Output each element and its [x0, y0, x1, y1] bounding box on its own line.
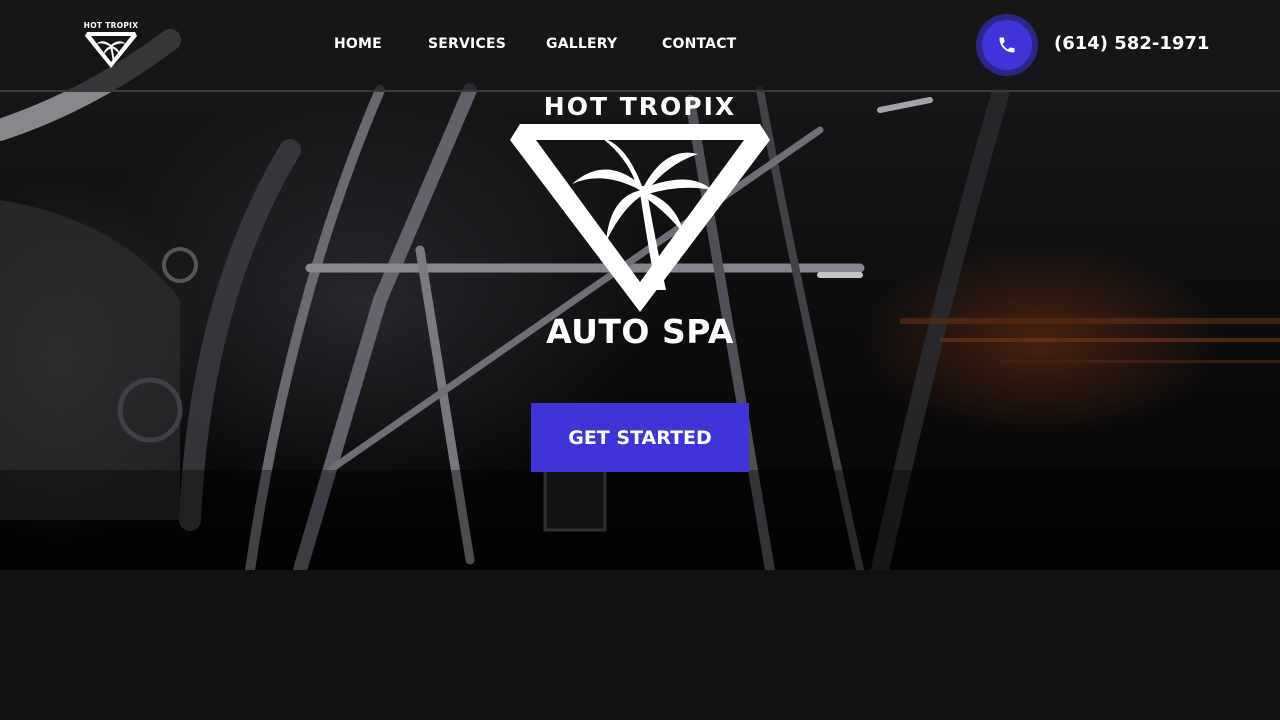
phone-icon: [999, 37, 1015, 53]
page: HOT TROPIX AUTO SPA GET STARTED HOT TROP…: [0, 0, 1280, 720]
nav-contact-link[interactable]: CONTACT: [662, 36, 736, 52]
header-logo-text: HOT TROPIX: [84, 21, 139, 30]
phone-number-link[interactable]: (614) 582-1971: [1054, 33, 1209, 54]
nav-services-link[interactable]: SERVICES: [428, 36, 506, 52]
hero-brand-subtitle: AUTO SPA: [546, 312, 734, 351]
site-header: HOT TROPIX HOME SERVICES GALLERY CONTACT: [0, 0, 1280, 92]
call-button-inner: [982, 20, 1032, 70]
content-area: [0, 570, 1280, 720]
get-started-button[interactable]: GET STARTED: [531, 403, 749, 472]
nav-gallery-link[interactable]: GALLERY: [546, 36, 617, 52]
call-button[interactable]: [976, 14, 1038, 76]
header-logo[interactable]: HOT TROPIX: [83, 20, 139, 70]
hot-tropix-logo-emblem: [510, 124, 770, 312]
nav-home-link[interactable]: HOME: [334, 36, 382, 52]
hero-brand-top: HOT TROPIX: [543, 92, 737, 121]
